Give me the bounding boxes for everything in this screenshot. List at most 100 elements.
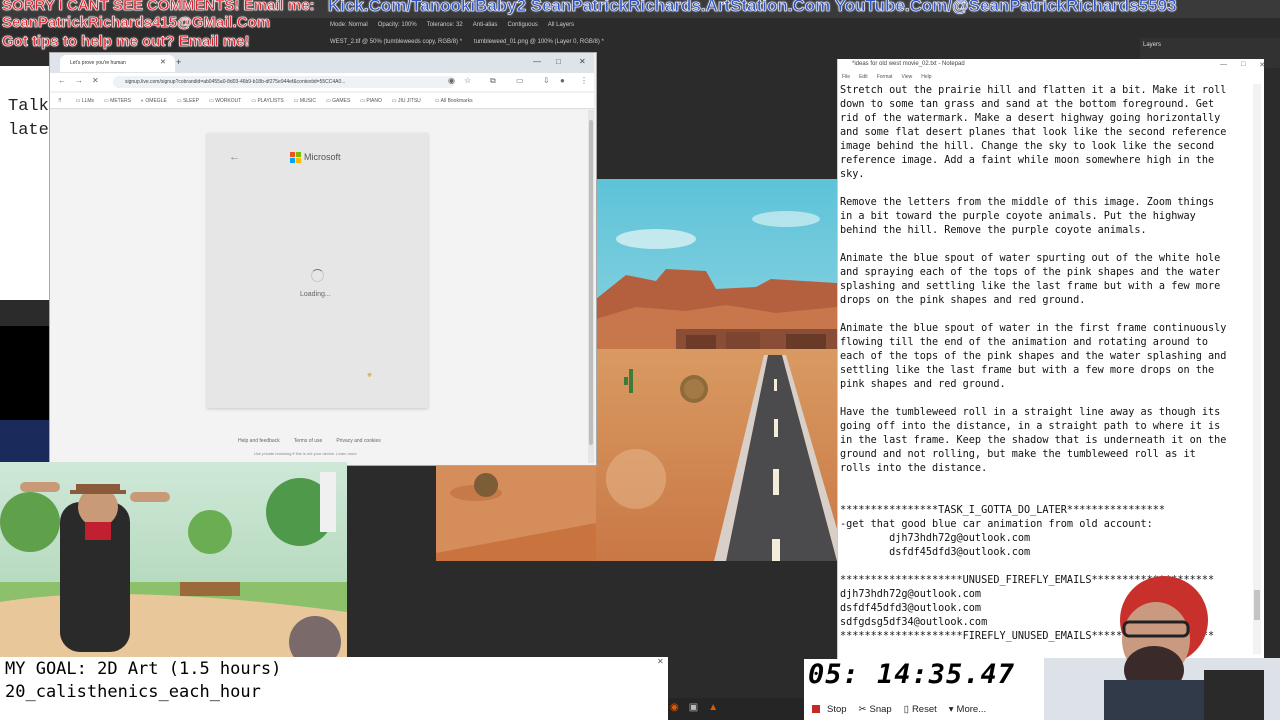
menu-file[interactable]: File	[842, 74, 850, 80]
notepad-line: Animate the blue spout of water spurting…	[840, 253, 1221, 264]
notepad-line: Animate the blue spout of water in the f…	[840, 323, 1227, 334]
notepad-line: pink shapes and red ground.	[840, 379, 1006, 390]
browser-tab-title: Let's prove you're human	[70, 60, 126, 66]
notepad-line: Stretch out the prairie hill and flatten…	[840, 85, 1227, 96]
overlay-links: Kick.Com/TanookiBaby2 SeanPatrickRichard…	[328, 0, 1177, 15]
bookmarks-bar: ⠿ ▭ LLMs ▭ METERS ◐ OMEGLE ▭ SLEEP ▭ WOR…	[50, 93, 594, 109]
bookmark-folder[interactable]: ▭ PIANO	[360, 98, 382, 104]
forward-icon[interactable]: →	[75, 76, 83, 85]
sidebar-icon[interactable]: ▭	[516, 76, 524, 85]
bookmark-folder[interactable]: ▭ SLEEP	[177, 98, 199, 104]
left-notepad-line: late	[8, 121, 49, 140]
apps-icon[interactable]: ⠿	[58, 98, 62, 104]
app-icon[interactable]: ▣	[689, 702, 698, 713]
notepad-line: Remove the letters from the middle of th…	[840, 197, 1215, 208]
terms-link[interactable]: Terms of use	[294, 438, 323, 444]
ps-doc-tab[interactable]: tumbleweed_01.png @ 100% (Layer 0, RGB/8…	[474, 39, 604, 45]
new-tab-icon[interactable]: +	[176, 57, 181, 67]
maximize-icon[interactable]: □	[556, 57, 561, 66]
stopwatch-time: 05: 14:35.47	[808, 659, 1016, 690]
notepad-line: each of the tops of the pink shapes and …	[840, 351, 1227, 362]
ps-option[interactable]: Contiguous	[507, 22, 537, 28]
browser-scrollbar-thumb[interactable]	[589, 120, 593, 445]
app-icon[interactable]: ◉	[670, 702, 679, 713]
bookmark-folder[interactable]: ▭ GAMES	[326, 98, 350, 104]
ps-option[interactable]: Mode: Normal	[330, 22, 368, 28]
all-bookmarks[interactable]: ▭ All Bookmarks	[435, 98, 473, 104]
close-tab-icon[interactable]: ✕	[160, 58, 166, 66]
extension-icon[interactable]: ⧉	[490, 76, 496, 86]
stop-button[interactable]: Stop	[806, 700, 853, 718]
download-icon[interactable]: ⇩	[543, 76, 550, 85]
mouse-cursor-icon: ⌖	[367, 370, 373, 380]
notepad-line: ****************TASK_I_GOTTA_DO_LATER***…	[840, 505, 1166, 516]
notepad-line	[840, 476, 1256, 490]
photoshop-options-bar: Mode: Normal Opacity: 100% Tolerance: 32…	[330, 18, 630, 32]
layers-panel-label[interactable]: Layers	[1143, 42, 1161, 48]
stop-label: Stop	[827, 703, 847, 715]
help-feedback-link[interactable]: Help and feedback	[238, 438, 280, 444]
bookmark-folder[interactable]: ◐ OMEGLE	[141, 98, 167, 104]
back-icon[interactable]: ←	[58, 76, 66, 85]
menu-edit[interactable]: Edit	[859, 74, 868, 80]
bookmark-folder[interactable]: ▭ WORKOUT	[209, 98, 241, 104]
snap-button[interactable]: ✂ Snap	[853, 700, 898, 718]
reset-label: Reset	[911, 703, 937, 715]
bookmark-star-icon[interactable]: ☆	[464, 76, 471, 85]
loading-spinner-icon	[311, 269, 324, 282]
overlay-email: SeanPatrickRichards415@GMail.Com	[2, 14, 271, 32]
profile-avatar-icon[interactable]: ●	[560, 76, 565, 85]
stop-loading-icon[interactable]: ✕	[92, 76, 99, 85]
loading-text: Loading...	[300, 291, 331, 298]
close-window-icon[interactable]: ✕	[579, 57, 586, 66]
notepad-line: sky.	[840, 169, 865, 180]
taskbar-icons: ◉ ▣ ▲	[670, 702, 718, 713]
ps-option[interactable]: All Layers	[548, 22, 574, 28]
bookmark-folder[interactable]: ▭ PLAYLISTS	[251, 98, 283, 104]
privacy-link[interactable]: Privacy and cookies	[336, 438, 380, 444]
left-notepad-text[interactable]: Talk late	[8, 95, 49, 143]
app-icon[interactable]: ▲	[708, 702, 718, 713]
notepad-line: -get that good blue car animation from o…	[840, 519, 1153, 530]
more-button[interactable]: ▾ More...	[943, 700, 992, 718]
more-label: More...	[956, 703, 987, 715]
address-bar[interactable]: signup.live.com/signup?cobrandid=ab0455a…	[113, 76, 455, 88]
notepad-line: in the last frame. Keep the shadow that …	[840, 435, 1227, 446]
snap-icon: ✂	[858, 703, 867, 715]
bookmark-folder[interactable]: ▭ METERS	[104, 98, 131, 104]
notepad-line	[840, 182, 1256, 196]
notepad-line: drops on the pink shapes and red ground.	[840, 295, 1086, 306]
notepad-window-controls: — □ ✕	[1220, 61, 1265, 69]
menu-format[interactable]: Format	[877, 74, 893, 80]
bookmark-folder[interactable]: ▭ LLMs	[76, 98, 94, 104]
ps-option[interactable]: Anti-alias	[473, 22, 498, 28]
maximize-icon[interactable]: □	[1241, 61, 1245, 69]
reset-button[interactable]: ▯ Reset	[898, 700, 943, 718]
notepad-line: djh73hdh72g@outlook.com	[840, 533, 1031, 544]
ps-option[interactable]: Opacity: 100%	[378, 22, 417, 28]
menu-view[interactable]: View	[902, 74, 913, 80]
close-icon[interactable]: ✕	[657, 657, 664, 666]
notepad-line: rid of the watermark. Make a desert high…	[840, 113, 1221, 124]
menu-kebab-icon[interactable]: ⋮	[580, 76, 588, 85]
bookmark-folder[interactable]: ▭ JIU JITSU	[392, 98, 421, 104]
chevron-down-icon: ▾	[948, 703, 954, 715]
notepad-line: ground and not rolling, but make the tum…	[840, 449, 1196, 460]
ps-option[interactable]: Tolerance: 32	[427, 22, 463, 28]
bookmark-folder[interactable]: ▭ MUSIC	[294, 98, 316, 104]
webcam-feed	[0, 462, 347, 659]
menu-help[interactable]: Help	[921, 74, 931, 80]
notepad-line: dsfdf45dfd3@outlook.com	[840, 547, 1031, 558]
minimize-icon[interactable]: —	[533, 57, 541, 66]
notepad-line: splashing and settling like the last fra…	[840, 281, 1221, 292]
notepad-line: down to some tan grass and sand at the b…	[840, 99, 1215, 110]
back-arrow-icon[interactable]: ←	[229, 151, 240, 163]
ps-doc-tab[interactable]: WEST_2.tif @ 50% (tumbleweeds copy, RGB/…	[330, 39, 462, 45]
incognito-icon[interactable]: ◉	[448, 76, 455, 85]
microsoft-brand-name: Microsoft	[304, 152, 341, 162]
minimize-icon[interactable]: —	[1220, 61, 1227, 69]
notepad-line	[840, 238, 1256, 252]
stopwatch-controls: Stop ✂ Snap ▯ Reset ▾ More...	[806, 699, 1044, 719]
close-icon[interactable]: ✕	[1259, 61, 1265, 69]
notepad-line: image behind the hill. Change the sky to…	[840, 141, 1215, 152]
